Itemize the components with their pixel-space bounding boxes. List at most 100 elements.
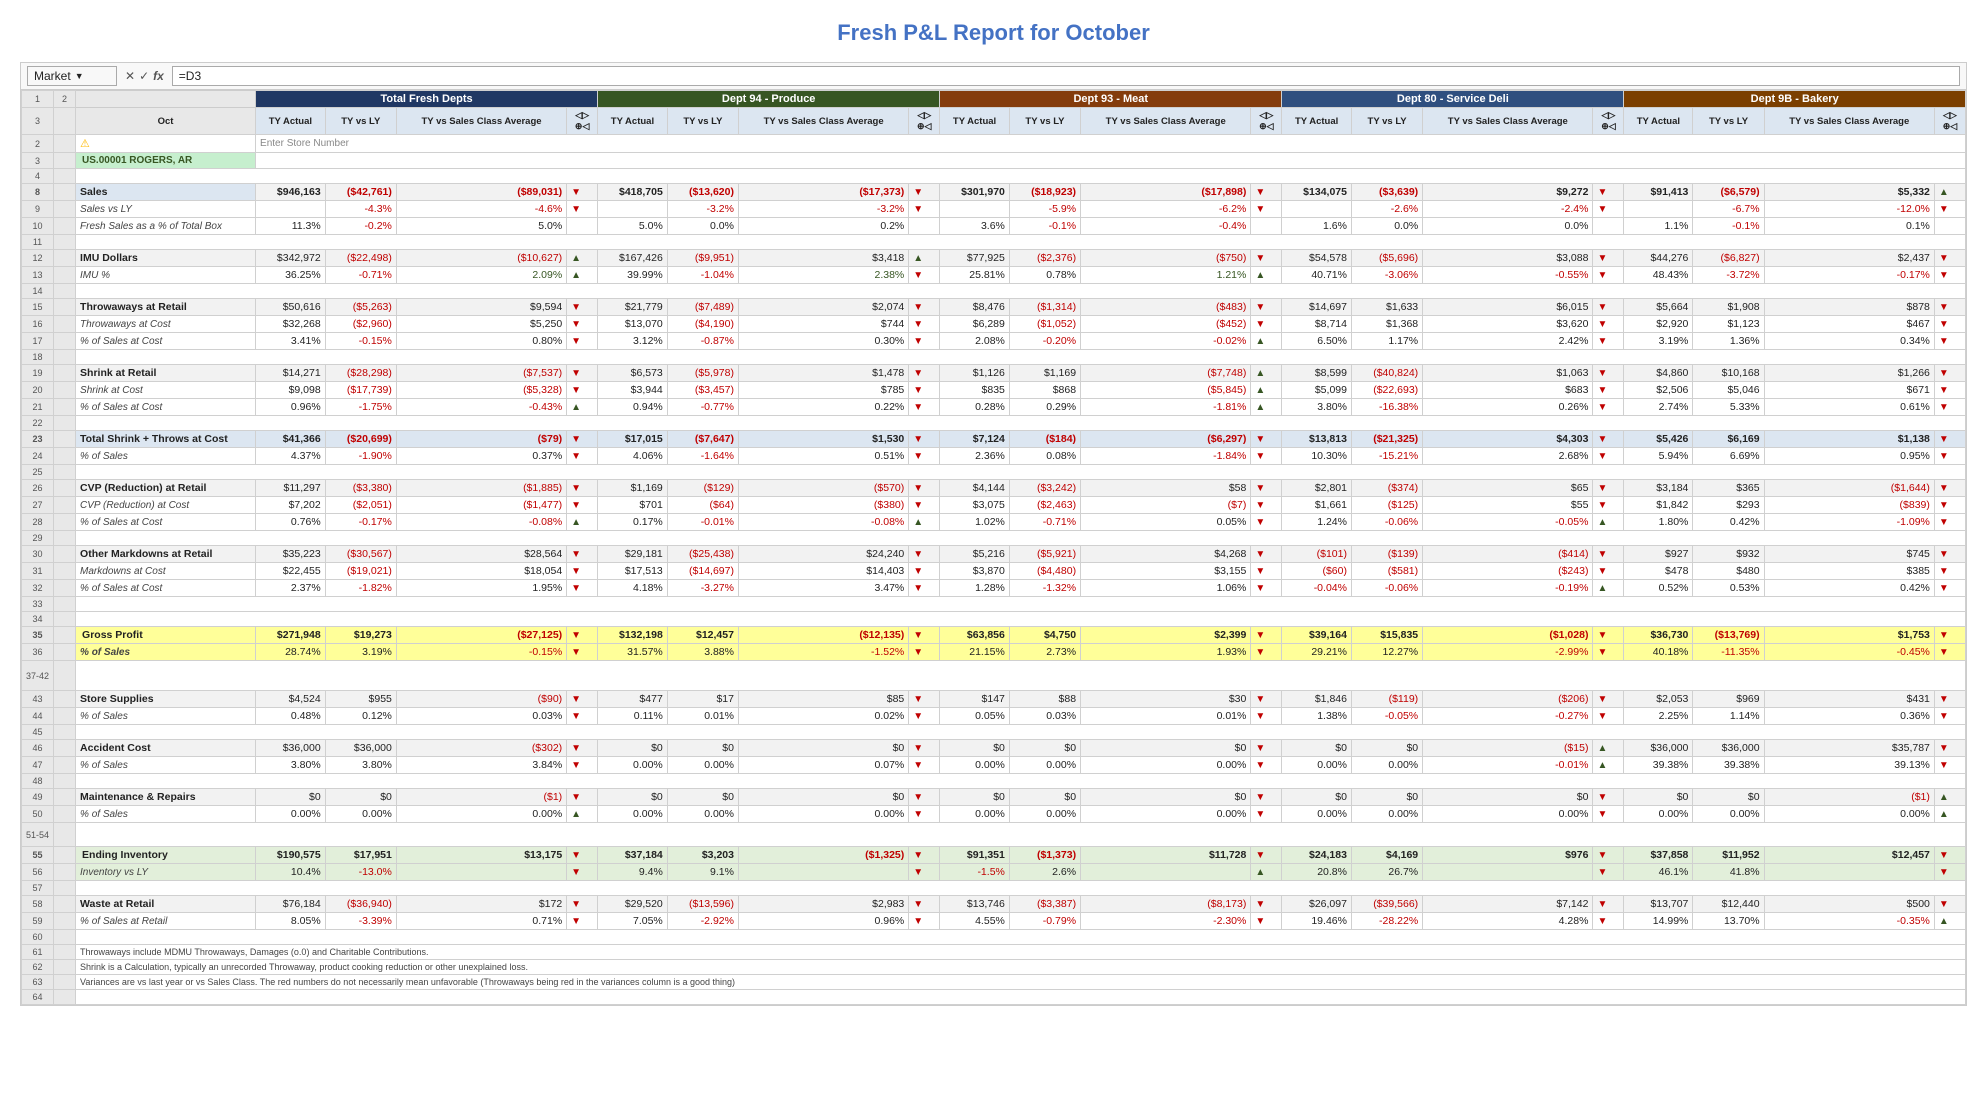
table-row: 30 Other Markdowns at Retail $35,223 ($3… <box>22 546 1966 563</box>
col-arrow-5: ◁▷⊕◁ <box>1934 108 1965 135</box>
col-ty-actual-1: TY Actual <box>256 108 326 135</box>
table-row: 44 % of Sales 0.48% 0.12% 0.03% ▼ 0.11% … <box>22 708 1966 725</box>
confirm-icon[interactable]: ✓ <box>139 69 149 83</box>
note-row-62: 62 Shrink is a Calculation, typically an… <box>22 960 1966 975</box>
table-row: 26 CVP (Reduction) at Retail $11,297 ($3… <box>22 480 1966 497</box>
note-row-61: 61 Throwaways include MDMU Throwaways, D… <box>22 945 1966 960</box>
table-row-blank: 25 <box>22 465 1966 480</box>
note-row-63: 63 Variances are vs last year or vs Sale… <box>22 975 1966 990</box>
note-row-64: 64 <box>22 990 1966 1005</box>
report-table: 1 2 Total Fresh Depts Dept 94 - Produce … <box>21 90 1966 1005</box>
col-ty-vs-sca-5: TY vs Sales Class Average <box>1764 108 1934 135</box>
table-row-blank: 22 <box>22 416 1966 431</box>
col-ty-vs-ly-4: TY vs LY <box>1351 108 1422 135</box>
row-label-other-md-retail: Other Markdowns at Retail <box>76 546 256 563</box>
row-label-shrink-retail: Shrink at Retail <box>76 365 256 382</box>
note-61: Throwaways include MDMU Throwaways, Dama… <box>76 945 1966 960</box>
table-row: 9 Sales vs LY -4.3% -4.6% ▼ -3.2% -3.2% … <box>22 201 1966 218</box>
row-label-total-shrink: Total Shrink + Throws at Cost <box>76 431 256 448</box>
header-total-fresh: Total Fresh Depts <box>256 91 598 108</box>
table-row: 46 Accident Cost $36,000 $36,000 ($302) … <box>22 740 1966 757</box>
note-63: Variances are vs last year or vs Sales C… <box>76 975 1966 990</box>
col-ty-vs-ly-3: TY vs LY <box>1009 108 1080 135</box>
table-row: 20 Shrink at Cost $9,098 ($17,739) ($5,3… <box>22 382 1966 399</box>
table-row: 32 % of Sales at Cost 2.37% -1.82% 1.95%… <box>22 580 1966 597</box>
row-label-imu-dollars: IMU Dollars <box>76 250 256 267</box>
table-row: 10 Fresh Sales as a % of Total Box 11.3%… <box>22 218 1966 235</box>
col-ty-actual-3: TY Actual <box>940 108 1010 135</box>
col-month-header: Oct <box>76 108 256 135</box>
formula-content: =D3 <box>172 66 1960 86</box>
corner-cell <box>76 91 256 108</box>
formula-bar: Market ▼ ✕ ✓ fx =D3 <box>21 63 1966 90</box>
formula-text: =D3 <box>179 69 201 83</box>
col-arrow-1: ◁▷⊕◁ <box>567 108 598 135</box>
excel-chrome: Market ▼ ✕ ✓ fx =D3 1 2 <box>20 62 1967 1006</box>
table-row: 17 % of Sales at Cost 3.41% -0.15% 0.80%… <box>22 333 1966 350</box>
ending-inventory-row: 55 Ending Inventory $190,575 $17,951 $13… <box>22 847 1966 864</box>
row-label-accident-pct: % of Sales <box>76 757 256 774</box>
table-row: 16 Throwaways at Cost $32,268 ($2,960) $… <box>22 316 1966 333</box>
table-row: 47 % of Sales 3.80% 3.80% 3.84% ▼ 0.00% … <box>22 757 1966 774</box>
col-arrow-3: ◁▷⊕◁ <box>1251 108 1282 135</box>
row-label-accident-cost: Accident Cost <box>76 740 256 757</box>
row-label-maintenance-pct: % of Sales <box>76 806 256 823</box>
col-ty-vs-ly-1: TY vs LY <box>325 108 396 135</box>
table-row: 49 Maintenance & Repairs $0 $0 ($1) ▼ $0… <box>22 789 1966 806</box>
enter-store-prompt: Enter Store Number <box>256 135 1966 153</box>
cancel-icon[interactable]: ✕ <box>125 69 135 83</box>
row-label-cvp-retail: CVP (Reduction) at Retail <box>76 480 256 497</box>
row-num-1: 1 <box>22 91 54 108</box>
row-label-gross-profit-pct: % of Sales <box>76 644 256 661</box>
table-row: 43 Store Supplies $4,524 $955 ($90) ▼ $4… <box>22 691 1966 708</box>
row-label-imu-pct: IMU % <box>76 267 256 284</box>
row-num-4 <box>54 108 76 135</box>
row-label-gross-profit: Gross Profit <box>76 627 256 644</box>
table-row-blank: 29 <box>22 531 1966 546</box>
row-label-waste-retail: Waste at Retail <box>76 896 256 913</box>
row-label-ending-inventory: Ending Inventory <box>76 847 256 864</box>
table-row: 2 ⚠ Enter Store Number <box>22 135 1966 153</box>
row-label-cvp-pct: % of Sales at Cost <box>76 514 256 531</box>
table-row-blank: 14 <box>22 284 1966 299</box>
gross-profit-row: 35 Gross Profit $271,948 $19,273 ($27,12… <box>22 627 1966 644</box>
table-row: 21 % of Sales at Cost 0.96% -1.75% -0.43… <box>22 399 1966 416</box>
header-dept93: Dept 93 - Meat <box>940 91 1282 108</box>
table-row: 27 CVP (Reduction) at Cost $7,202 ($2,05… <box>22 497 1966 514</box>
name-box[interactable]: Market ▼ <box>27 66 117 86</box>
row-label-waste-pct: % of Sales at Retail <box>76 913 256 930</box>
col-ty-vs-ly-2: TY vs LY <box>667 108 738 135</box>
table-row: 13 IMU % 36.25% -0.71% 2.09% ▲ 39.99% -1… <box>22 267 1966 284</box>
col-ty-actual-5: TY Actual <box>1624 108 1693 135</box>
row-label-throwaway-pct: % of Sales at Cost <box>76 333 256 350</box>
row-label-shrink-cost: Shrink at Cost <box>76 382 256 399</box>
col-arrow-4: ◁▷⊕◁ <box>1593 108 1624 135</box>
report-title: Fresh P&L Report for October <box>20 20 1967 46</box>
table-row: 8 Sales $946,163 ($42,761) ($89,031) ▼ $… <box>22 184 1966 201</box>
store-cell[interactable]: US.00001 ROGERS, AR <box>76 153 256 169</box>
row-num-3: 3 <box>22 108 54 135</box>
table-row-blank: 37-42 <box>22 661 1966 691</box>
table-row: 19 Shrink at Retail $14,271 ($28,298) ($… <box>22 365 1966 382</box>
header-dept98: Dept 9B - Bakery <box>1624 91 1966 108</box>
fx-icon[interactable]: fx <box>153 69 164 83</box>
row-label-inventory-vs-ly: Inventory vs LY <box>76 864 256 881</box>
col-ty-vs-sca-2: TY vs Sales Class Average <box>738 108 908 135</box>
table-row: 4 <box>22 169 1966 184</box>
dropdown-icon[interactable]: ▼ <box>75 71 84 81</box>
table-row: 59 % of Sales at Retail 8.05% -3.39% 0.7… <box>22 913 1966 930</box>
table-row: 31 Markdowns at Cost $22,455 ($19,021) $… <box>22 563 1966 580</box>
col-ty-vs-sca-1: TY vs Sales Class Average <box>396 108 566 135</box>
table-row: 56 Inventory vs LY 10.4% -13.0% ▼ 9.4% 9… <box>22 864 1966 881</box>
row-label-total-shrink-pct: % of Sales <box>76 448 256 465</box>
row-label-shrink-pct: % of Sales at Cost <box>76 399 256 416</box>
row-label-cvp-cost: CVP (Reduction) at Cost <box>76 497 256 514</box>
page-wrapper: Fresh P&L Report for October Market ▼ ✕ … <box>0 0 1987 1117</box>
table-row-blank: 60 <box>22 930 1966 945</box>
row-label-fresh-pct: Fresh Sales as a % of Total Box <box>76 218 256 235</box>
note-62: Shrink is a Calculation, typically an un… <box>76 960 1966 975</box>
col-ty-vs-sca-3: TY vs Sales Class Average <box>1081 108 1251 135</box>
table-row: 28 % of Sales at Cost 0.76% -0.17% -0.08… <box>22 514 1966 531</box>
name-box-value: Market <box>34 69 71 83</box>
sheet-area[interactable]: 1 2 Total Fresh Depts Dept 94 - Produce … <box>21 90 1966 1005</box>
